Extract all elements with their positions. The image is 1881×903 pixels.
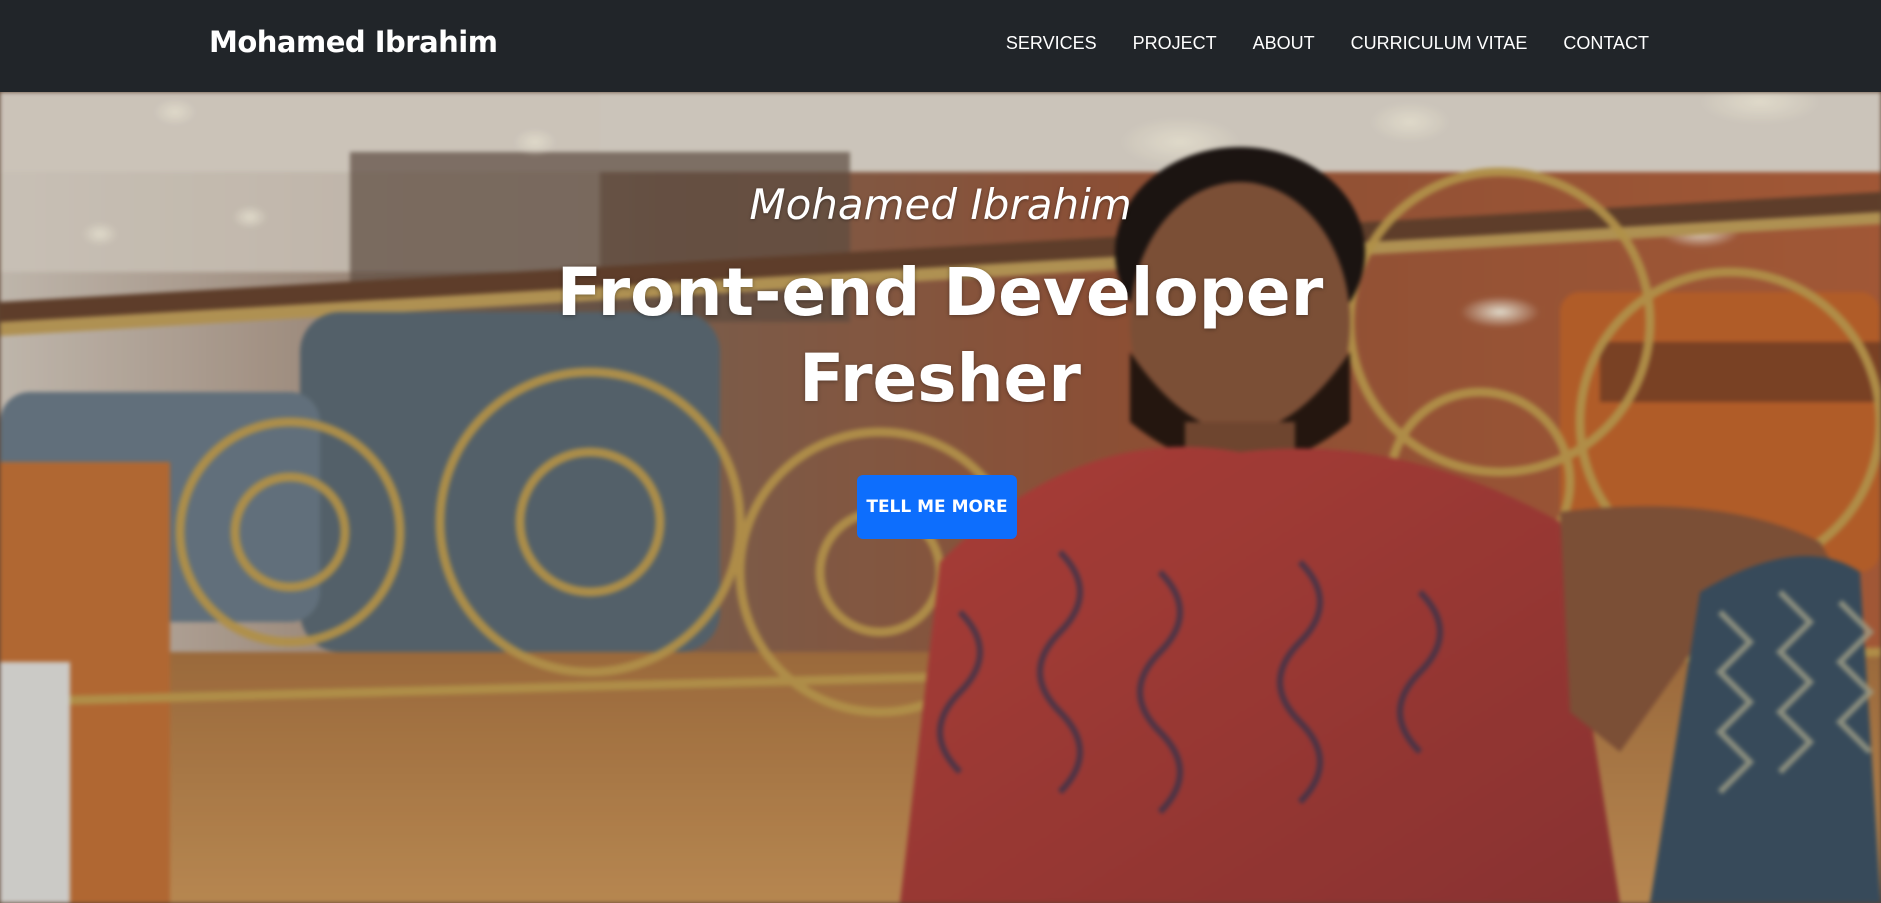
nav-link-services[interactable]: SERVICES — [1006, 33, 1097, 54]
nav-link-about[interactable]: ABOUT — [1253, 33, 1315, 54]
nav-link-contact[interactable]: CONTACT — [1563, 33, 1649, 54]
nav-link-project[interactable]: PROJECT — [1133, 33, 1217, 54]
hero-heading: Front-end Developer Fresher — [556, 254, 1324, 417]
nav-link-curriculum-vitae[interactable]: CURRICULUM VITAE — [1351, 33, 1528, 54]
page: Mohamed Ibrahim SERVICES PROJECT ABOUT C… — [0, 0, 1881, 903]
nav-links: SERVICES PROJECT ABOUT CURRICULUM VITAE … — [970, 33, 1649, 54]
navbar: Mohamed Ibrahim SERVICES PROJECT ABOUT C… — [0, 0, 1881, 92]
hero-subheading: Mohamed Ibrahim — [749, 180, 1132, 229]
brand-logo[interactable]: Mohamed Ibrahim — [209, 25, 498, 59]
tell-me-more-button[interactable]: TELL ME MORE — [857, 475, 1017, 539]
